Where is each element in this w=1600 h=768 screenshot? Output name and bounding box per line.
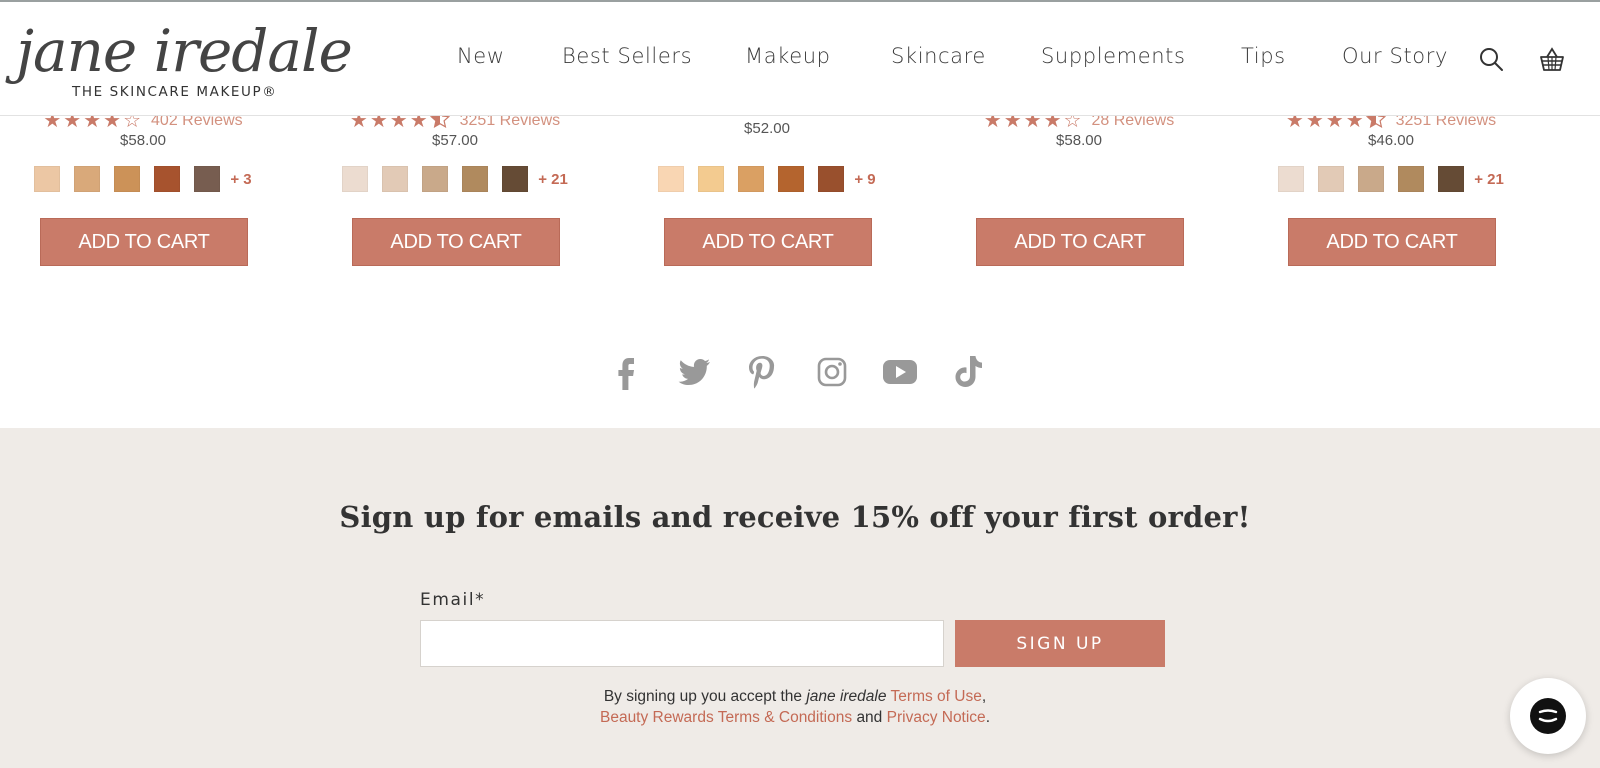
nav-item-makeup[interactable]: Makeup [745, 44, 831, 68]
shade-swatch[interactable] [1398, 166, 1425, 192]
shade-swatch[interactable] [1358, 166, 1385, 192]
nav-item-our-story[interactable]: Our Story [1342, 44, 1448, 68]
logo-tagline: THE SKINCARE MAKEUP® [72, 84, 278, 100]
shade-swatch[interactable] [698, 166, 725, 192]
shade-swatches: + 21 [305, 166, 605, 192]
legal-text: By signing up you accept the jane iredal… [0, 686, 1590, 728]
legal-period: . [985, 709, 990, 726]
chat-bubble-icon[interactable] [1510, 678, 1586, 754]
add-to-cart-button[interactable]: ADD TO CART [664, 218, 872, 266]
twitter-icon[interactable] [674, 352, 714, 392]
more-shades-link[interactable]: + 21 [1474, 171, 1504, 188]
more-shades-link[interactable]: + 3 [230, 171, 251, 188]
more-shades-link[interactable]: + 9 [854, 171, 875, 188]
product-card: ★ ★ ★ ★ 3251 Reviews $57.00 + 21 ADD TO CART [305, 108, 605, 268]
shade-swatch[interactable] [422, 166, 449, 192]
search-icon[interactable] [1478, 46, 1506, 74]
add-to-cart-button[interactable]: ADD TO CART [1288, 218, 1496, 266]
shade-swatch[interactable] [658, 166, 685, 192]
email-signup-section: Sign up for emails and receive 15% off y… [0, 428, 1600, 768]
instagram-icon[interactable] [812, 352, 852, 392]
product-card: ★ ★ ★ ★ ☆ 28 Reviews $58.00 ADD TO CART [929, 108, 1229, 268]
add-to-cart-button[interactable]: ADD TO CART [40, 218, 248, 266]
add-to-cart-button[interactable]: ADD TO CART [352, 218, 560, 266]
shade-swatch[interactable] [342, 166, 369, 192]
product-price: $58.00 [1056, 132, 1102, 149]
product-price: $57.00 [432, 132, 478, 149]
sign-up-button[interactable]: SIGN UP [955, 620, 1165, 667]
shade-swatch[interactable] [154, 166, 181, 192]
email-input[interactable] [420, 620, 944, 667]
shade-swatch[interactable] [194, 166, 221, 192]
cart-basket-icon[interactable] [1538, 46, 1566, 74]
shade-swatch[interactable] [738, 166, 765, 192]
site-header: jane iredale THE SKINCARE MAKEUP® New Be… [0, 2, 1600, 116]
shade-swatch[interactable] [502, 166, 529, 192]
legal-comma: , [981, 688, 987, 705]
pinterest-icon[interactable] [742, 352, 782, 392]
nav-item-best-sellers[interactable]: Best Sellers [562, 44, 692, 68]
product-card: $52.00 + 9 ADD TO CART [617, 108, 917, 268]
shade-swatch[interactable] [462, 166, 489, 192]
shade-swatch[interactable] [778, 166, 805, 192]
more-shades-link[interactable]: + 21 [538, 171, 568, 188]
shade-swatch[interactable] [34, 166, 61, 192]
shade-swatches: + 21 [1241, 166, 1541, 192]
youtube-icon[interactable] [880, 352, 920, 392]
legal-prefix: By signing up you accept the [603, 688, 803, 705]
nav-item-skincare[interactable]: Skincare [891, 44, 986, 68]
signup-heading: Sign up for emails and receive 15% off y… [339, 500, 1251, 534]
product-card: ★ ★ ★ ★ 3251 Reviews $46.00 + 21 ADD TO CART [1241, 108, 1541, 268]
legal-and: and [856, 709, 883, 726]
email-label: Email* [420, 590, 486, 610]
product-price: $58.00 [120, 132, 166, 149]
social-links [0, 352, 1600, 396]
nav-item-new[interactable]: New [457, 44, 505, 68]
facebook-icon[interactable] [606, 352, 646, 392]
shade-swatch[interactable] [382, 166, 409, 192]
product-price: $46.00 [1368, 132, 1414, 149]
terms-of-use-link[interactable]: Terms of Use [891, 688, 982, 705]
add-to-cart-button[interactable]: ADD TO CART [976, 218, 1184, 266]
shade-swatch[interactable] [1278, 166, 1305, 192]
legal-brand: jane iredale [806, 688, 887, 705]
logo-wordmark: jane iredale [16, 17, 353, 85]
shade-swatch[interactable] [818, 166, 845, 192]
nav-item-tips[interactable]: Tips [1241, 44, 1286, 68]
shade-swatch[interactable] [114, 166, 141, 192]
tiktok-icon[interactable] [948, 352, 988, 392]
shade-swatches: + 3 [0, 166, 293, 192]
privacy-notice-link[interactable]: Privacy Notice [887, 709, 986, 726]
shade-swatches: + 9 [617, 166, 917, 192]
beauty-rewards-terms-link[interactable]: Beauty Rewards Terms & Conditions [600, 709, 852, 726]
shade-swatch[interactable] [74, 166, 101, 192]
nav-item-supplements[interactable]: Supplements [1041, 44, 1186, 68]
product-price: $52.00 [744, 120, 790, 137]
shade-swatch[interactable] [1318, 166, 1345, 192]
product-card: ★ ★ ★ ★ ☆ 402 Reviews $58.00 + 3 ADD TO CART [0, 108, 293, 268]
shade-swatch[interactable] [1438, 166, 1465, 192]
brand-logo[interactable]: jane iredale THE SKINCARE MAKEUP® [14, 20, 353, 102]
